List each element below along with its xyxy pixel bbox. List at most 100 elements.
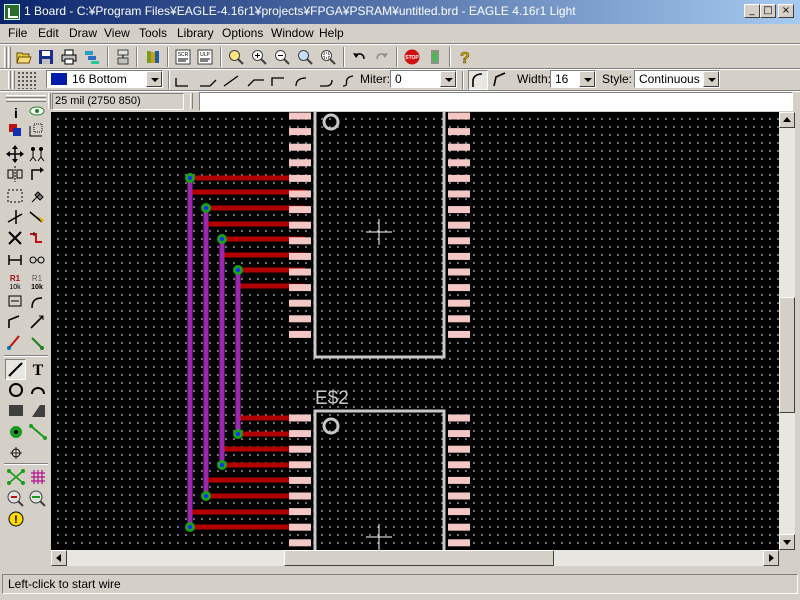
move-icon[interactable] [6, 145, 24, 163]
miter-icon[interactable] [29, 211, 44, 223]
drc-tool-icon[interactable] [5, 488, 27, 508]
zoom-select-button[interactable] [317, 46, 339, 68]
layer-select[interactable]: 16 Bottom [46, 70, 163, 88]
palette-grip[interactable] [6, 95, 46, 98]
bend-style-0[interactable] [175, 78, 188, 87]
bend-style-2[interactable] [223, 75, 239, 87]
menu-window[interactable]: Window [271, 26, 314, 40]
auto-tool-icon[interactable] [27, 467, 49, 487]
toolbar-grip[interactable] [8, 71, 11, 89]
close-button[interactable]: × [778, 4, 794, 18]
menu-help[interactable]: Help [319, 26, 344, 40]
circle-tool-icon[interactable] [5, 380, 27, 400]
menu-tools[interactable]: Tools [139, 26, 167, 40]
bend-style-1[interactable] [200, 79, 217, 87]
horizontal-scroll-thumb[interactable] [284, 550, 554, 566]
stop-button[interactable]: STOP [401, 46, 423, 68]
ratsnest-tool-icon[interactable] [5, 467, 27, 487]
optimize-icon[interactable] [30, 232, 42, 243]
split-icon[interactable] [7, 210, 23, 224]
miter-dropdown-arrow[interactable] [440, 71, 456, 87]
undo-button[interactable] [348, 46, 370, 68]
board-schematic-button[interactable] [112, 46, 134, 68]
wire-icon[interactable] [7, 335, 20, 350]
go-button[interactable] [424, 46, 446, 68]
bend-style-3[interactable] [247, 79, 264, 87]
zoom-redraw-button[interactable] [294, 46, 316, 68]
value-icon[interactable]: R110k [31, 274, 43, 291]
erc-tool-icon[interactable] [27, 488, 49, 508]
zoom-out-button[interactable] [271, 46, 293, 68]
arc-bend-icon[interactable] [31, 297, 43, 309]
bend-style-5[interactable] [295, 77, 307, 87]
menu-view[interactable]: View [104, 26, 130, 40]
scroll-down-button[interactable] [779, 534, 795, 550]
hole-tool-icon[interactable] [5, 443, 27, 463]
menu-library[interactable]: Library [177, 26, 214, 40]
errors-tool-icon[interactable]: ! [5, 509, 27, 529]
toolbar-grip[interactable] [12, 71, 15, 89]
library-button[interactable] [142, 46, 164, 68]
minimize-button[interactable]: _ [744, 4, 760, 18]
text-tool-icon[interactable]: T [27, 359, 49, 379]
polygon-tool-icon[interactable] [27, 401, 49, 421]
text-icon[interactable] [31, 337, 44, 350]
menu-options[interactable]: Options [222, 26, 263, 40]
rotate-icon[interactable] [31, 167, 44, 180]
width-dropdown-arrow[interactable] [579, 71, 595, 87]
rect-tool-icon[interactable] [5, 401, 27, 421]
mark-icon[interactable] [29, 123, 43, 137]
miter-straight-button[interactable] [490, 70, 510, 90]
ulp-button[interactable]: ULP [194, 46, 216, 68]
command-input[interactable] [199, 92, 793, 111]
show-icon[interactable] [29, 106, 45, 116]
vertical-scroll-thumb[interactable] [779, 297, 795, 413]
scroll-up-button[interactable] [779, 112, 795, 128]
miter-select[interactable]: 0 [390, 70, 457, 88]
ripup-icon[interactable] [30, 315, 44, 329]
board-drawing[interactable]: E$2 [51, 112, 779, 550]
group-icon[interactable] [7, 189, 23, 203]
redo-button[interactable] [371, 46, 393, 68]
wire-bend-styles[interactable] [173, 70, 358, 90]
cam-button[interactable] [81, 46, 103, 68]
via-tool-icon[interactable] [5, 422, 27, 442]
route-icon[interactable] [8, 315, 20, 328]
open-button[interactable] [13, 46, 35, 68]
smash-icon[interactable] [8, 255, 22, 265]
menu-draw[interactable]: Draw [69, 26, 97, 40]
zoom-in-button[interactable] [248, 46, 270, 68]
maximize-button[interactable]: □ [760, 4, 776, 18]
name-icon[interactable]: R110k [9, 274, 21, 291]
bend-style-4[interactable] [271, 77, 284, 86]
grid-button[interactable] [17, 71, 37, 89]
zoom-fit-button[interactable] [225, 46, 247, 68]
bend-style-6[interactable] [320, 79, 333, 87]
arc-tool-icon[interactable] [27, 380, 49, 400]
miter-round-button[interactable] [468, 70, 488, 90]
toolbar-grip[interactable] [8, 47, 11, 69]
help-button[interactable]: ? [454, 46, 476, 68]
wire-tool-button[interactable] [5, 359, 26, 380]
replace-icon[interactable] [8, 295, 22, 307]
style-dropdown-arrow[interactable] [703, 71, 719, 87]
vertical-scrollbar[interactable] [779, 112, 795, 550]
style-select[interactable]: Continuous [634, 70, 720, 88]
script-button[interactable]: SCR [172, 46, 194, 68]
signal-tool-icon[interactable] [27, 422, 49, 442]
eagle-app-icon[interactable] [4, 4, 20, 20]
layer-dropdown-arrow[interactable] [146, 71, 162, 87]
save-button[interactable] [35, 46, 57, 68]
copy-icon[interactable] [29, 147, 45, 162]
bend-style-7[interactable] [342, 75, 354, 87]
horizontal-scrollbar[interactable] [51, 550, 779, 566]
menu-edit[interactable]: Edit [38, 26, 59, 40]
toolbar-grip[interactable] [4, 47, 7, 69]
pinswap-icon[interactable] [29, 256, 45, 264]
scroll-left-button[interactable] [51, 550, 67, 566]
print-button[interactable] [58, 46, 80, 68]
mirror-icon[interactable] [7, 166, 23, 182]
delete-icon[interactable] [8, 231, 22, 245]
display-icon[interactable] [9, 124, 21, 136]
width-select[interactable]: 16 [550, 70, 596, 88]
